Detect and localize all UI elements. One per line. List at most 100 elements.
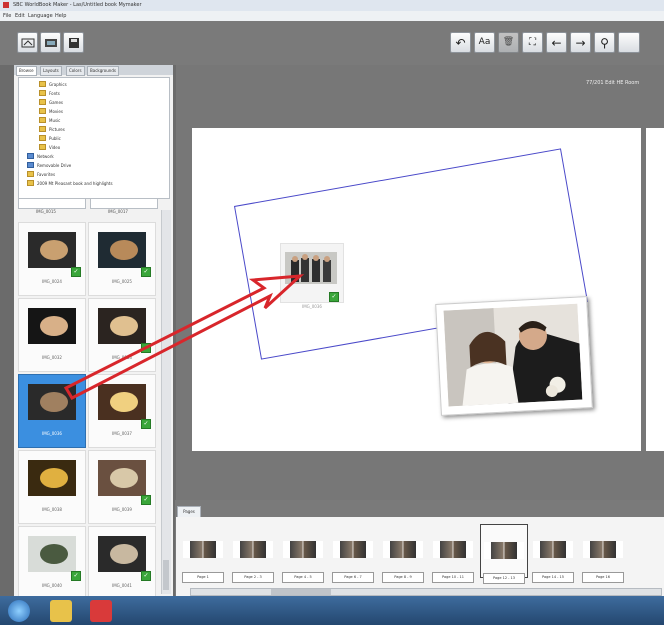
photo-thumbnail[interactable]: IMG_0032 [18,298,86,372]
folder-icon [39,117,46,123]
page-thumbnail[interactable]: Page 10 - 11 [430,524,476,583]
folder-icon [39,135,46,141]
tree-item[interactable]: 2009 Mt Pleasant book and highlights [27,180,113,186]
thumbnail-image [98,536,146,572]
photo-thumbnail[interactable]: ✓ IMG_0037 [88,374,156,448]
tree-item-label: Video [49,144,61,150]
tree-item-label: Removable Drive [37,162,72,168]
photo-thumbnail[interactable]: ✓ IMG_0024 [18,222,86,296]
menu-edit[interactable]: Edit [15,13,25,19]
tab-layouts[interactable]: Layouts [40,66,62,76]
tab-backgrounds[interactable]: Backgrounds [87,66,119,76]
page-preview [183,541,223,558]
tree-item[interactable]: Network [27,153,54,159]
thumbnail-caption: IMG_0038 [42,507,62,512]
tab-browse[interactable]: Browse [16,66,37,76]
tree-item-label: 2009 Mt Pleasant book and highlights [37,180,113,186]
thumbnail-image [28,536,76,572]
tree-item-label: Network [37,153,54,159]
save-icon [68,37,79,48]
save-button[interactable] [63,32,84,53]
tree-item[interactable]: Removable Drive [27,162,71,168]
page-thumbnail[interactable]: Page 6 - 7 [330,524,376,583]
page-preview [433,541,473,558]
folder-icon [27,180,34,186]
photo-thumbnail[interactable]: IMG_0036 [18,374,86,448]
fit-icon: ⛶ [529,36,536,48]
tree-item-label: Public [49,135,61,141]
text-button[interactable]: Aa [474,32,495,53]
tree-item[interactable]: Fonts [39,90,60,96]
page-preview [583,541,623,558]
page-preview [333,541,373,558]
page-thumbnail[interactable]: Page 2 - 3 [230,524,276,583]
page-label: Page 6 - 7 [332,572,374,583]
more-toolbar-button[interactable] [618,32,640,53]
page-thumbnail[interactable]: Page 4 - 5 [280,524,326,583]
tree-item-label: Movies [49,108,63,114]
tree-item[interactable]: Graphics [39,81,67,87]
page-thumbnail[interactable]: Page 16 [580,524,626,583]
tree-item[interactable]: Video [39,144,60,150]
previous-page-button[interactable]: ← [546,32,567,53]
text-icon: Aa [478,37,491,47]
page-thumbnail[interactable]: Page 12 - 13 [480,524,528,584]
wedding-photo[interactable] [435,296,593,416]
page-label: Page 8 - 9 [382,572,424,583]
photo-thumbnail[interactable]: ✓ IMG_0025 [88,222,156,296]
thumbnail-image [28,308,76,344]
menu-file[interactable]: File [3,13,11,19]
zoom-button[interactable]: ⚲ [594,32,615,53]
dragged-photo-caption: IMG_0036 [302,304,322,309]
window-title: SBC WorldBook Maker - Las/Untitled book … [13,2,142,8]
pages-scrollbar[interactable] [190,588,662,596]
used-check-icon: ✓ [141,267,151,277]
tree-item[interactable]: Movies [39,108,63,114]
tree-item[interactable]: Public [39,135,61,141]
photo-thumbnail[interactable]: ✓ IMG_0033 [88,298,156,372]
right-page[interactable] [646,128,664,451]
thumbnail-image [28,384,76,420]
dragged-photo[interactable]: ✓ IMG_0036 [280,243,344,309]
fit-button[interactable]: ⛶ [522,32,543,53]
pages-scrollbar-thumb[interactable] [271,589,331,595]
open-book-button[interactable] [17,32,38,53]
menu-language[interactable]: Language [28,13,53,19]
page-thumbnail[interactable]: Page 8 - 9 [380,524,426,583]
tree-item[interactable]: Pictures [39,126,65,132]
drive-icon [27,153,34,159]
path-caption-right: IMG_0017 [108,209,128,214]
tab-colors[interactable]: Colors [66,66,85,76]
used-check-icon: ✓ [71,571,81,581]
photo-thumbnail[interactable]: ✓ IMG_0040 [18,526,86,600]
app-icon[interactable] [90,600,112,622]
tree-item[interactable]: Music [39,117,60,123]
thumbnail-image [28,232,76,268]
tree-item[interactable]: Favorites [27,171,55,177]
path-field-right [90,198,158,209]
thumbnail-caption: IMG_0036 [42,431,62,436]
scrollbar-thumb[interactable] [163,560,169,590]
folder-icon [39,108,46,114]
undo-button[interactable]: ↶ [450,32,471,53]
menu-help[interactable]: Help [55,13,66,19]
page-thumbnail[interactable]: Page 1 [180,524,226,583]
photos-button[interactable] [40,32,61,53]
photo-thumbnail[interactable]: ✓ IMG_0041 [88,526,156,600]
page-thumbnail[interactable]: Page 14 - 15 [530,524,576,583]
browser-panel: Browse Layouts Colors Backgrounds Graphi… [14,65,173,600]
page-info: 77/201 Edit HE Room [586,80,640,86]
page-preview [484,542,524,559]
photo-thumbnail[interactable]: IMG_0038 [18,450,86,524]
thumbnail-caption: IMG_0025 [112,279,132,284]
delete-button[interactable]: 🗑 [498,32,519,53]
start-orb-icon[interactable] [8,600,30,622]
photo-thumbnail[interactable]: ✓ IMG_0039 [88,450,156,524]
next-page-button[interactable]: → [570,32,591,53]
thumbnail-image [28,460,76,496]
tree-item[interactable]: Games [39,99,63,105]
page-label: Page 1 [182,572,224,583]
folder-icon[interactable] [50,600,72,622]
dragged-photo-image [285,252,337,284]
thumbnail-scrollbar[interactable] [161,210,171,594]
